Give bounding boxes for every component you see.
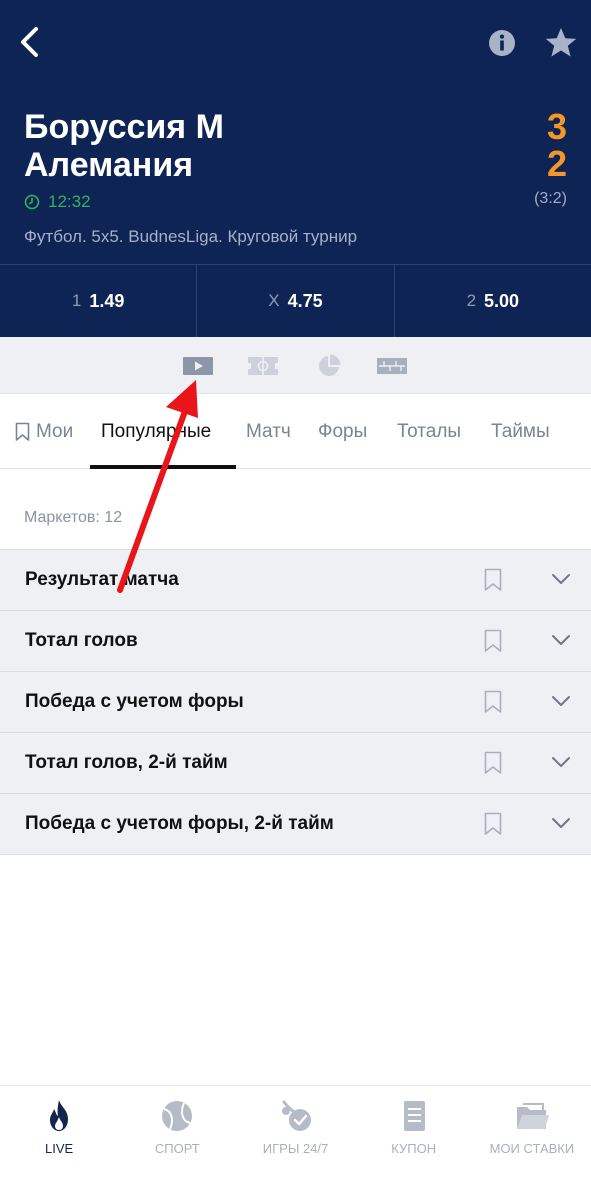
bottom-navigation: LIVE СПОРТ ИГРЫ 24/7 КУПОН МОИ СТАВКИ xyxy=(0,1085,591,1192)
nav-coupon[interactable]: КУПОН xyxy=(355,1086,473,1192)
info-icon[interactable] xyxy=(488,29,516,57)
nav-sport[interactable]: СПОРТ xyxy=(118,1086,236,1192)
league-info: Футбол. 5x5. BudnesLiga. Круговой турнир xyxy=(24,227,358,246)
market-row[interactable]: Тотал голов xyxy=(0,610,591,671)
bookmark-icon[interactable] xyxy=(484,690,502,714)
nav-my-bets[interactable]: МОИ СТАВКИ xyxy=(473,1086,591,1192)
clock-icon xyxy=(24,194,40,210)
market-title: Победа с учетом форы xyxy=(25,691,244,712)
odds-button-home[interactable]: 1 1.49 xyxy=(0,265,198,337)
market-list: Результат матча Тотал голов Победа с уче… xyxy=(0,549,591,855)
tab-label: Тоталы xyxy=(397,421,462,442)
active-tab-indicator xyxy=(90,465,236,469)
odds-value: 5.00 xyxy=(484,290,520,311)
odds-button-draw[interactable]: X 4.75 xyxy=(197,265,395,337)
team-home-name: Боруссия М xyxy=(24,108,224,146)
tennis-ball-icon xyxy=(162,1101,193,1131)
coupon-icon xyxy=(403,1101,425,1131)
score-home: 3 xyxy=(546,106,567,147)
bookmark-icon xyxy=(15,422,30,441)
bookmark-icon[interactable] xyxy=(484,751,502,775)
market-title: Тотал голов xyxy=(25,630,138,651)
market-title: Тотал голов, 2-й тайм xyxy=(25,752,228,773)
tab-label: Форы xyxy=(318,421,368,442)
odds-key: X xyxy=(268,291,280,310)
bookmark-icon[interactable] xyxy=(484,629,502,653)
back-arrow-icon[interactable] xyxy=(14,22,50,62)
nav-label: МОИ СТАВКИ xyxy=(489,1141,575,1156)
odds-value: 1.49 xyxy=(89,290,125,311)
odds-button-away[interactable]: 2 5.00 xyxy=(395,265,591,337)
bookmark-icon[interactable] xyxy=(484,568,502,592)
video-play-icon[interactable] xyxy=(183,354,213,378)
tab-label: Матч xyxy=(246,421,291,442)
bookmark-icon[interactable] xyxy=(484,812,502,836)
market-tabs: Мои Популярные Матч Форы Тоталы Таймы xyxy=(0,395,591,469)
team-away-name: Алемания xyxy=(24,146,194,184)
tab-totals[interactable]: Тоталы xyxy=(397,395,461,469)
statistics-pie-icon[interactable] xyxy=(317,354,341,378)
games-icon xyxy=(281,1100,311,1131)
tab-handicaps[interactable]: Форы xyxy=(318,395,367,469)
market-row[interactable]: Результат матча xyxy=(0,549,591,610)
nav-games[interactable]: ИГРЫ 24/7 xyxy=(236,1086,354,1192)
match-header: Боруссия М Алемания 3 2 12:32 (3:2) Футб… xyxy=(0,0,591,337)
chevron-down-icon[interactable] xyxy=(551,572,571,586)
score-away: 2 xyxy=(546,143,567,184)
tab-popular[interactable]: Популярные xyxy=(101,395,211,469)
tab-halves[interactable]: Таймы xyxy=(491,395,550,469)
main-odds-row: 1 1.49 X 4.75 2 5.00 xyxy=(0,264,591,337)
chevron-down-icon[interactable] xyxy=(551,755,571,769)
markets-count: Маркетов: 12 xyxy=(24,509,123,526)
nav-live[interactable]: LIVE xyxy=(0,1086,118,1192)
chevron-down-icon[interactable] xyxy=(551,694,571,708)
tab-match[interactable]: Матч xyxy=(246,395,291,469)
media-icon-bar xyxy=(0,337,591,394)
nav-label: LIVE xyxy=(45,1141,74,1156)
market-row[interactable]: Тотал голов, 2-й тайм xyxy=(0,732,591,793)
market-title: Победа с учетом форы, 2-й тайм xyxy=(25,813,334,834)
market-row[interactable]: Победа с учетом форы xyxy=(0,671,591,732)
market-title: Результат матча xyxy=(25,569,179,590)
app-screen: Боруссия М Алемания 3 2 12:32 (3:2) Футб… xyxy=(0,0,591,1192)
half-time-score: (3:2) xyxy=(534,190,567,207)
chevron-down-icon[interactable] xyxy=(551,816,571,830)
odds-key: 2 xyxy=(466,291,477,310)
field-scheme-icon[interactable] xyxy=(248,354,278,378)
tab-my[interactable]: Мои xyxy=(15,395,73,469)
market-row[interactable]: Победа с учетом форы, 2-й тайм xyxy=(0,793,591,855)
folder-icon xyxy=(516,1103,549,1129)
nav-label: ИГРЫ 24/7 xyxy=(262,1141,329,1156)
tab-label: Таймы xyxy=(491,421,550,442)
nav-label: СПОРТ xyxy=(154,1141,200,1156)
fire-icon xyxy=(50,1100,69,1131)
tab-label: Мои xyxy=(36,421,74,442)
favorite-star-icon[interactable] xyxy=(544,26,578,60)
nav-label: КУПОН xyxy=(391,1141,437,1156)
odds-value: 4.75 xyxy=(287,290,323,311)
match-time-value: 12:32 xyxy=(48,192,91,211)
timeline-icon[interactable] xyxy=(377,354,407,378)
match-time: 12:32 xyxy=(24,192,91,212)
chevron-down-icon[interactable] xyxy=(551,633,571,647)
odds-key: 1 xyxy=(71,291,82,310)
tab-label: Популярные xyxy=(101,421,212,442)
